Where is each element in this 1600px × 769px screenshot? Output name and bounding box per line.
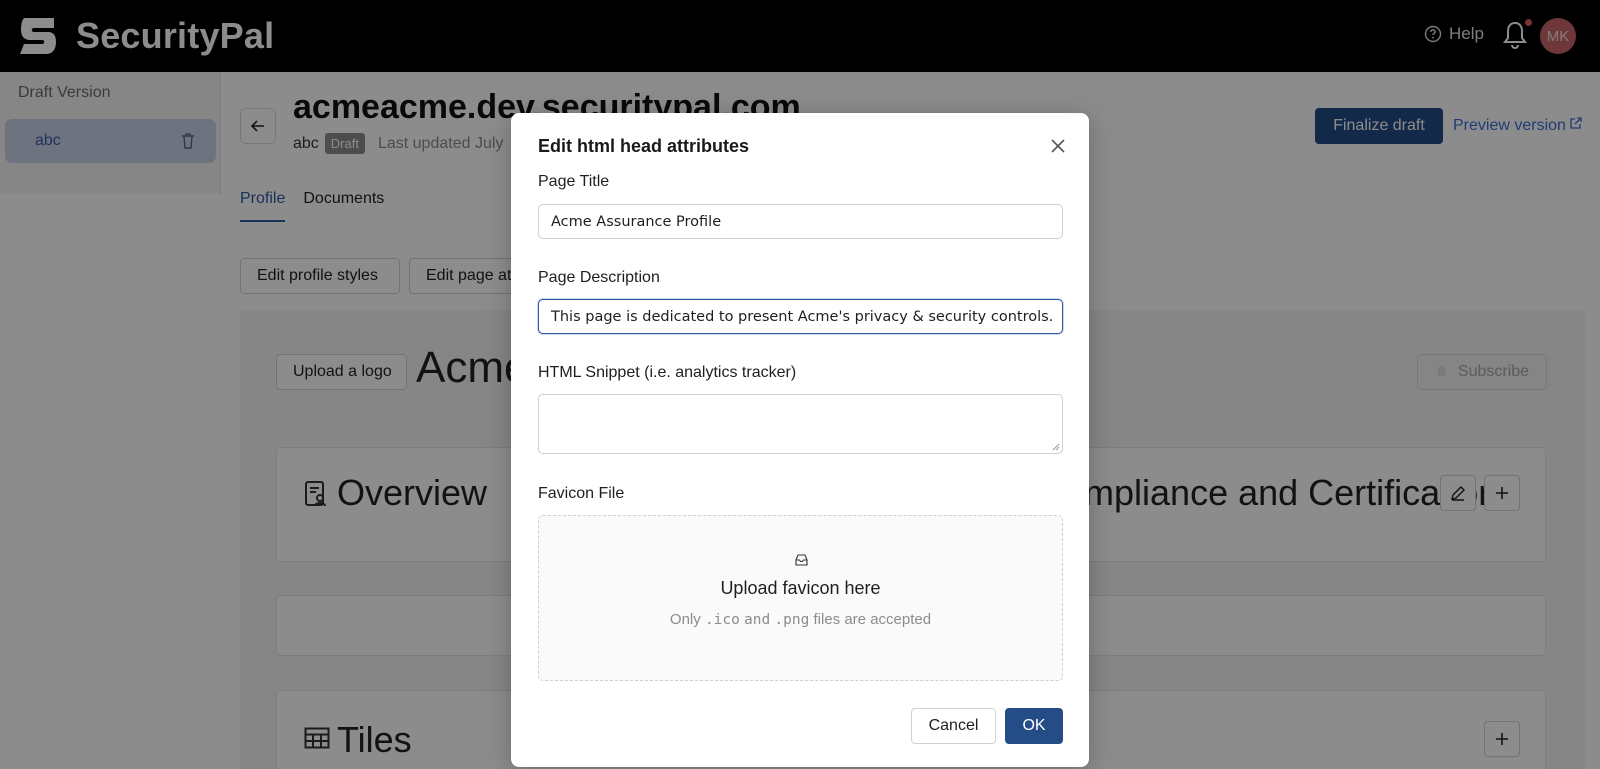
resize-grip-icon[interactable] bbox=[1052, 443, 1060, 451]
hint-prefix: Only bbox=[669, 611, 701, 628]
page-title-label: Page Title bbox=[538, 173, 610, 190]
close-icon[interactable] bbox=[1047, 135, 1069, 157]
cancel-button[interactable]: Cancel bbox=[911, 708, 996, 744]
hint-ext-ico: .ico bbox=[704, 612, 740, 628]
html-snippet-textarea[interactable] bbox=[538, 394, 1063, 454]
page-description-label: Page Description bbox=[538, 269, 660, 286]
page-title-input[interactable]: Acme Assurance Profile bbox=[538, 204, 1063, 239]
upload-favicon-hint: Only .ico and .png files are accepted bbox=[539, 611, 1062, 628]
html-snippet-label: HTML Snippet (i.e. analytics tracker) bbox=[538, 364, 797, 381]
edit-head-attributes-modal: Edit html head attributes Page Title Acm… bbox=[511, 113, 1089, 767]
favicon-label: Favicon File bbox=[538, 485, 625, 502]
page-description-input[interactable]: This page is dedicated to present Acme's… bbox=[538, 299, 1063, 334]
ok-button[interactable]: OK bbox=[1005, 708, 1063, 744]
hint-ext-png: .png bbox=[774, 612, 810, 628]
hint-and: and bbox=[744, 612, 771, 628]
inbox-icon bbox=[795, 554, 808, 566]
favicon-dropzone[interactable]: Upload favicon here Only .ico and .png f… bbox=[538, 515, 1063, 681]
modal-title: Edit html head attributes bbox=[538, 136, 750, 156]
hint-suffix: files are accepted bbox=[813, 611, 932, 628]
upload-favicon-title: Upload favicon here bbox=[720, 578, 881, 598]
